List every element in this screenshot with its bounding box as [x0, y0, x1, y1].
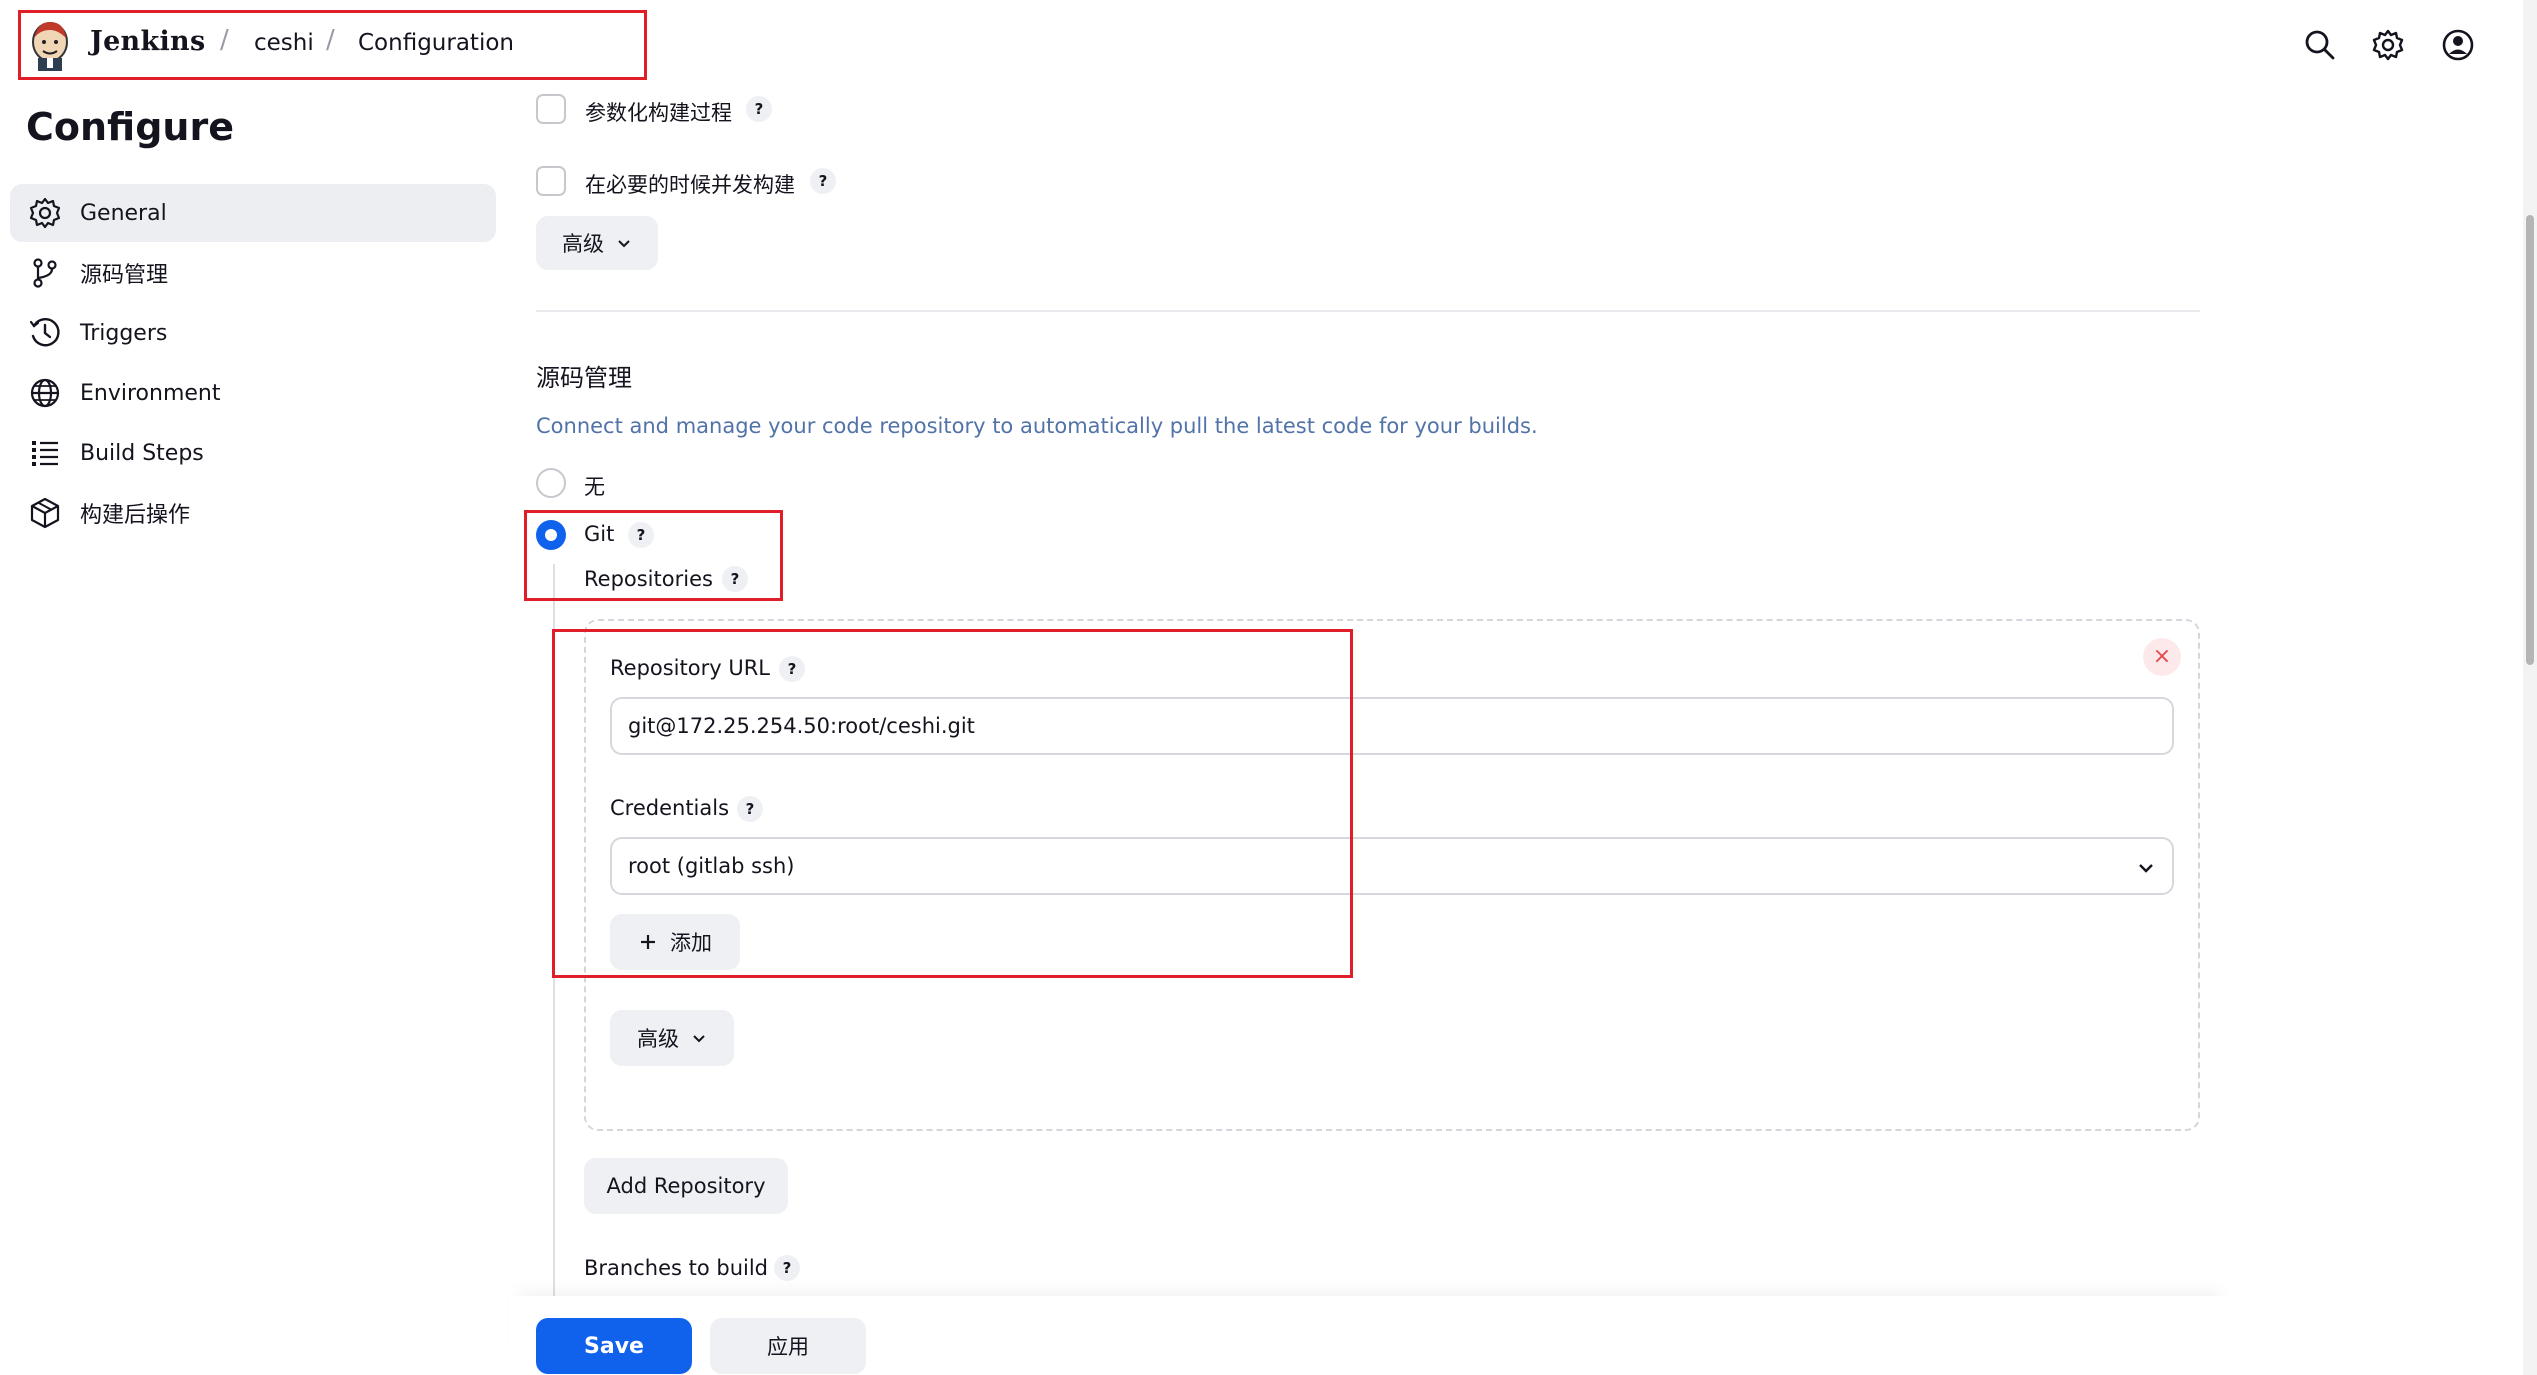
- sidebar-item-label: Triggers: [80, 320, 168, 346]
- sidebar-item-scm[interactable]: 源码管理: [10, 244, 496, 302]
- sidebar-item-triggers[interactable]: Triggers: [10, 304, 496, 362]
- scm-none-radio[interactable]: [536, 468, 566, 498]
- gear-icon: [28, 196, 62, 230]
- help-icon[interactable]: ?: [810, 168, 836, 194]
- save-button[interactable]: Save: [536, 1318, 692, 1374]
- sidebar-item-label: Environment: [80, 380, 221, 406]
- advanced-label: 高级: [637, 1027, 679, 1051]
- concurrent-build-label: 在必要的时候并发构建: [585, 173, 795, 197]
- help-icon[interactable]: ?: [746, 96, 772, 122]
- sidebar-item-build-steps[interactable]: Build Steps: [10, 424, 496, 482]
- scm-section-title: 源码管理: [536, 364, 632, 392]
- sidebar-item-label: 源码管理: [80, 263, 169, 288]
- section-divider: [536, 310, 2200, 312]
- parameterized-build-label: 参数化构建过程: [585, 101, 732, 125]
- chevron-down-icon: [618, 240, 630, 248]
- search-icon[interactable]: [2303, 28, 2337, 62]
- apply-button[interactable]: 应用: [710, 1318, 866, 1374]
- sidebar-item-post-build[interactable]: 构建后操作: [10, 484, 496, 542]
- general-advanced-button[interactable]: 高级: [536, 216, 658, 270]
- apply-label: 应用: [767, 1335, 809, 1359]
- sidebar-item-label: General: [80, 200, 167, 226]
- highlight-box-repository: [552, 629, 1353, 978]
- scrollbar-track[interactable]: [2523, 0, 2537, 1375]
- sidebar-item-environment[interactable]: Environment: [10, 364, 496, 422]
- branches-to-build-label: Branches to build: [584, 1256, 769, 1280]
- add-repository-label: Add Repository: [606, 1174, 766, 1198]
- clock-icon: [28, 316, 62, 350]
- chevron-down-icon: [693, 1035, 705, 1043]
- gear-icon[interactable]: [2371, 28, 2405, 62]
- sidebar-item-label: Build Steps: [80, 440, 204, 466]
- branch-icon: [28, 256, 62, 290]
- highlight-box-header: [18, 10, 647, 80]
- page-title: Configure: [26, 105, 234, 149]
- chevron-down-icon: [2139, 864, 2153, 873]
- help-icon[interactable]: ?: [774, 1255, 800, 1281]
- user-icon[interactable]: [2441, 28, 2475, 62]
- sidebar-item-general[interactable]: General: [10, 184, 496, 242]
- add-repository-button[interactable]: Add Repository: [584, 1158, 788, 1214]
- scm-none-label: 无: [584, 475, 605, 499]
- scm-section-description: Connect and manage your code repository …: [536, 414, 1538, 438]
- advanced-label: 高级: [562, 232, 604, 256]
- concurrent-build-checkbox[interactable]: [536, 166, 566, 196]
- highlight-box-git: [524, 510, 783, 601]
- globe-icon: [28, 376, 62, 410]
- sidebar-item-label: 构建后操作: [80, 503, 191, 528]
- scrollbar-thumb[interactable]: [2526, 215, 2534, 665]
- list-icon: [28, 436, 62, 470]
- remove-repository-button[interactable]: ×: [2143, 638, 2181, 676]
- repository-advanced-button[interactable]: 高级: [610, 1010, 734, 1066]
- parameterized-build-checkbox[interactable]: [536, 94, 566, 124]
- cube-icon: [28, 496, 62, 530]
